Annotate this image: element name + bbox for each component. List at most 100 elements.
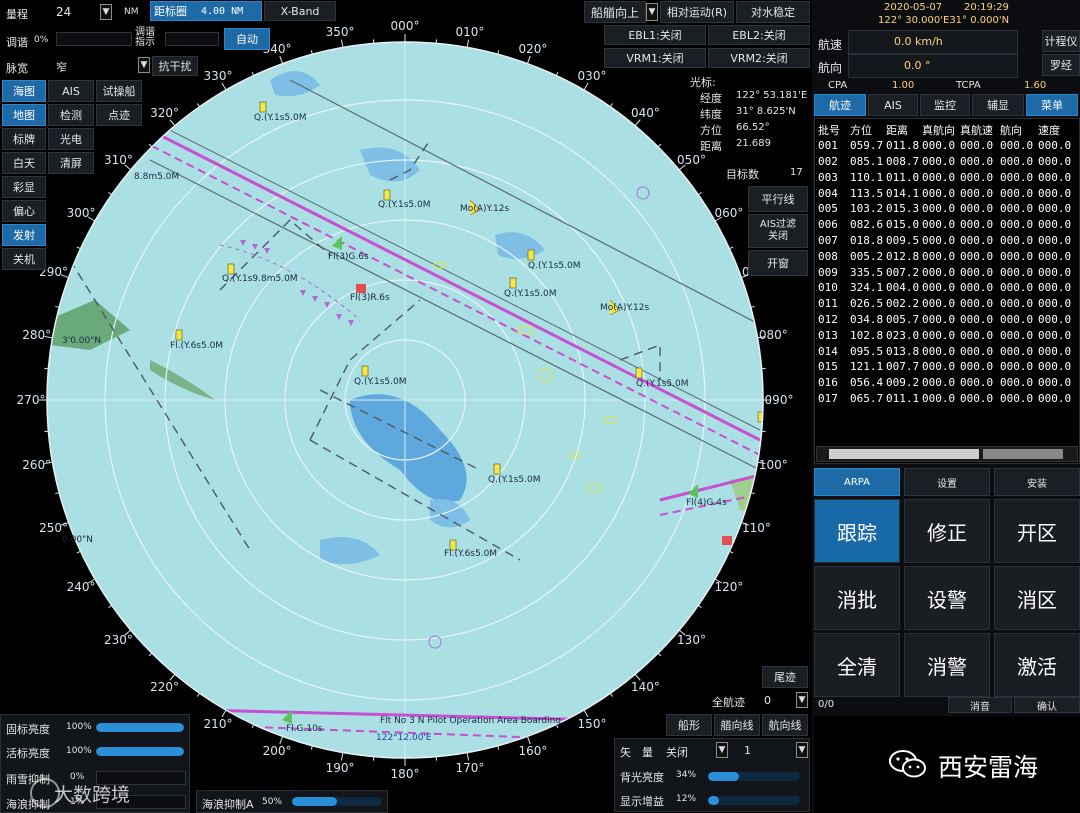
tab-monitor[interactable]: 监控 <box>920 94 970 116</box>
orientation-dropdown-icon[interactable]: ▼ <box>646 3 658 21</box>
vrm1-button[interactable]: VRM1:关闭 <box>604 48 706 68</box>
set-alarm-button[interactable]: 设警 <box>904 566 990 630</box>
table-row[interactable]: 005 103.2 015.3 000.0 000.0 000.0 000.0 <box>818 201 1080 217</box>
cancel-alarm-button[interactable]: 消警 <box>904 633 990 697</box>
full-track-dropdown-icon[interactable]: ▼ <box>796 692 808 708</box>
course-source-button[interactable]: 罗经 <box>1042 54 1080 76</box>
table-cell: 008.7 <box>886 154 920 168</box>
activate-button[interactable]: 激活 <box>994 633 1080 697</box>
table-row[interactable]: 003 110.1 011.0 000.0 000.0 000.0 000.0 <box>818 169 1080 185</box>
chart-button[interactable]: 海图 <box>2 80 46 102</box>
table-row[interactable]: 001 059.7 011.8 000.0 000.0 000.0 000.0 <box>818 138 1080 154</box>
table-row[interactable]: 004 113.5 014.1 000.0 000.0 000.0 000.0 <box>818 185 1080 201</box>
tab-ais[interactable]: AIS <box>868 94 918 116</box>
vector-number-dropdown-icon[interactable]: ▼ <box>796 742 808 758</box>
trial-maneuver-button[interactable]: 试操船 <box>96 80 142 102</box>
band-button[interactable]: X-Band <box>264 1 336 21</box>
table-row[interactable]: 014 095.5 013.8 000.0 000.0 000.0 000.0 <box>818 343 1080 359</box>
off-center-button[interactable]: 偏心 <box>2 200 46 222</box>
heading-line-button[interactable]: 艏向线 <box>714 714 760 736</box>
speed-value: 0.0 km/h <box>894 35 943 48</box>
table-row[interactable]: 006 082.6 015.0 000.0 000.0 000.0 000.0 <box>818 217 1080 233</box>
day-mode-button[interactable]: 白天 <box>2 152 46 174</box>
table-row[interactable]: 013 102.8 023.0 000.0 000.0 000.0 000.0 <box>818 327 1080 343</box>
ship-shape-button[interactable]: 船形 <box>666 714 712 736</box>
vector-number[interactable]: 1 <box>744 744 751 757</box>
fixed-brightness-slider[interactable] <box>96 723 184 732</box>
table-cell: 009 <box>818 265 838 279</box>
tcpa-value[interactable]: 1.60 <box>1024 80 1046 91</box>
bearing-tick <box>697 191 702 196</box>
shutdown-button[interactable]: 关机 <box>2 248 46 270</box>
motion-mode-button[interactable]: 相对运动(R) <box>660 1 734 23</box>
tab-arpa[interactable]: ARPA <box>814 468 900 496</box>
clear-all-button[interactable]: 全清 <box>814 633 900 697</box>
tail-button[interactable]: 尾迹 <box>762 666 808 688</box>
mute-button[interactable]: 消音 <box>948 697 1012 713</box>
cpa-value[interactable]: 1.00 <box>892 80 914 91</box>
table-row[interactable]: 010 324.1 004.0 000.0 000.0 000.0 000.0 <box>818 280 1080 296</box>
course-line-button[interactable]: 航向线 <box>762 714 808 736</box>
open-zone-button[interactable]: 开区 <box>994 499 1080 563</box>
detect-button[interactable]: 检测 <box>48 104 94 126</box>
table-row[interactable]: 002 085.1 008.7 000.0 000.0 000.0 000.0 <box>818 154 1080 170</box>
vrm2-button[interactable]: VRM2:关闭 <box>708 48 810 68</box>
vector-value[interactable]: 关闭 <box>666 744 688 760</box>
full-track-value[interactable]: 0 <box>764 694 771 707</box>
transmit-button[interactable]: 发射 <box>2 224 46 246</box>
orientation-button[interactable]: 船艏向上 <box>584 1 646 23</box>
table-row[interactable]: 007 018.8 009.5 000.0 000.0 000.0 000.0 <box>818 233 1080 249</box>
ais-button[interactable]: AIS <box>48 80 94 102</box>
ebl2-button[interactable]: EBL2:关闭 <box>708 25 810 45</box>
tab-aux-display[interactable]: 辅显 <box>972 94 1024 116</box>
open-window-button[interactable]: 开窗 <box>748 250 808 276</box>
cancel-zone-button[interactable]: 消区 <box>994 566 1080 630</box>
table-cell: 004 <box>818 186 838 200</box>
parallel-line-button[interactable]: 平行线 <box>748 186 808 212</box>
target-table[interactable]: 批号 方位 距离 真航向 真航速 航向 速度 001 059.7 011.8 000.… <box>818 122 1080 406</box>
tune-bar[interactable] <box>56 32 132 46</box>
table-row[interactable]: 011 026.5 002.2 000.0 000.0 000.0 000.0 <box>818 296 1080 312</box>
auto-tune-button[interactable]: 自动 <box>224 28 270 50</box>
bearing-label: 050° <box>677 152 706 167</box>
range-value[interactable]: 24 <box>56 5 71 19</box>
track-button[interactable]: 跟踪 <box>814 499 900 563</box>
live-brightness-slider[interactable] <box>96 747 184 756</box>
color-display-button[interactable]: 彩显 <box>2 176 46 198</box>
electro-optic-button[interactable]: 光电 <box>48 128 94 150</box>
gain-slider[interactable] <box>708 796 800 805</box>
scrollbar-thumb[interactable] <box>829 449 979 459</box>
table-scrollbar[interactable] <box>816 446 1078 462</box>
plot-button[interactable]: 点迹 <box>96 104 142 126</box>
ebl1-button[interactable]: EBL1:关闭 <box>604 25 706 45</box>
ring-distance-button[interactable]: 距标圈 4.00 NM <box>150 1 262 21</box>
cancel-target-button[interactable]: 消批 <box>814 566 900 630</box>
tab-track[interactable]: 航迹 <box>814 94 866 116</box>
stabilize-button[interactable]: 对水稳定 <box>736 1 810 23</box>
sea-suppress-a-slider[interactable] <box>292 797 382 806</box>
anti-interference-button[interactable]: 抗干扰 <box>152 56 198 76</box>
bearing-label: 130° <box>677 633 706 648</box>
correct-button[interactable]: 修正 <box>904 499 990 563</box>
clear-screen-button[interactable]: 清屏 <box>48 152 94 174</box>
speed-source-button[interactable]: 计程仪 <box>1042 30 1080 52</box>
table-cell: 000.0 <box>1000 139 1034 153</box>
table-row[interactable]: 008 005.2 012.8 000.0 000.0 000.0 000.0 <box>818 248 1080 264</box>
tab-menu[interactable]: 菜单 <box>1026 94 1078 116</box>
tab-install[interactable]: 安装 <box>994 468 1080 496</box>
label-button[interactable]: 标牌 <box>2 128 46 150</box>
backlight-slider[interactable] <box>708 772 800 781</box>
table-row[interactable]: 012 034.8 005.7 000.0 000.0 000.0 000.0 <box>818 312 1080 328</box>
pulse-dropdown-icon[interactable]: ▼ <box>138 57 150 73</box>
table-row[interactable]: 009 335.5 007.2 000.0 000.0 000.0 000.0 <box>818 264 1080 280</box>
pulse-value[interactable]: 窄 <box>56 59 67 75</box>
ais-filter-button[interactable]: AIS过滤 关闭 <box>748 214 808 248</box>
map-button[interactable]: 地图 <box>2 104 46 126</box>
tab-settings[interactable]: 设置 <box>904 468 990 496</box>
table-row[interactable]: 015 121.1 007.7 000.0 000.0 000.0 000.0 <box>818 359 1080 375</box>
table-row[interactable]: 016 056.4 009.2 000.0 000.0 000.0 000.0 <box>818 375 1080 391</box>
range-dropdown-icon[interactable]: ▼ <box>100 4 112 20</box>
table-row[interactable]: 017 065.7 011.1 000.0 000.0 000.0 000.0 <box>818 391 1080 407</box>
vector-dropdown-icon[interactable]: ▼ <box>716 742 728 758</box>
confirm-button[interactable]: 确认 <box>1014 697 1080 713</box>
